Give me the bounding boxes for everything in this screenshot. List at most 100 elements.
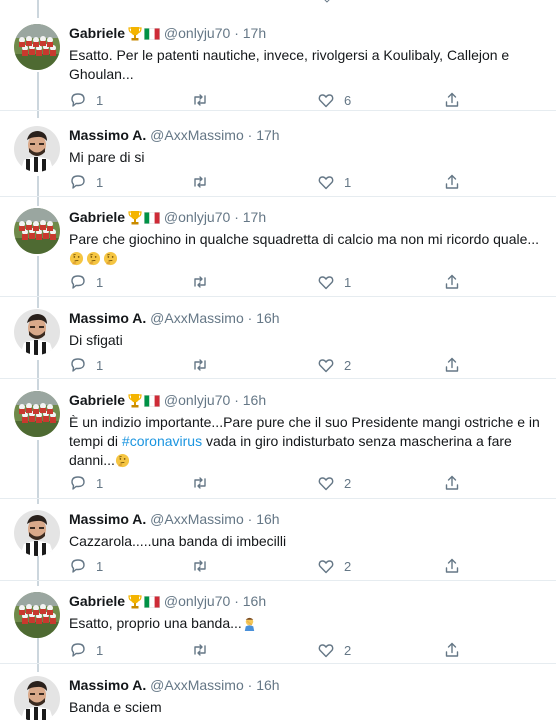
reply-icon [71, 275, 85, 289]
display-name[interactable]: Gabriele [69, 593, 125, 609]
share-button[interactable] [443, 90, 461, 110]
username[interactable]: @onlyju70 [164, 593, 230, 609]
reply-button[interactable]: 1 [69, 556, 103, 576]
share-icon [445, 274, 459, 289]
share-button[interactable] [443, 556, 461, 576]
thread-line [37, 72, 39, 118]
heart-icon [318, 560, 334, 574]
retweet-button[interactable] [191, 90, 218, 110]
heart-icon [318, 176, 334, 190]
timestamp[interactable]: 16h [243, 392, 266, 408]
display-name[interactable]: Gabriele [69, 25, 125, 41]
share-button[interactable] [443, 640, 461, 660]
timestamp[interactable]: 16h [256, 677, 279, 693]
tweet-header: Massimo A. @AxxMassimo · 16h [69, 309, 280, 327]
timestamp[interactable]: 16h [256, 310, 279, 326]
reply-icon [71, 175, 85, 189]
username[interactable]: @AxxMassimo [150, 127, 244, 143]
retweet-button[interactable] [191, 272, 218, 292]
reply-button[interactable]: 1 [69, 90, 103, 110]
tweet-text: Pare che giochino in qualche squadretta … [69, 230, 547, 268]
username[interactable]: @AxxMassimo [150, 310, 244, 326]
reply-button[interactable]: 1 [69, 355, 103, 375]
tweet-text: Esatto, proprio una banda... [69, 614, 547, 633]
heart-icon[interactable] [320, 0, 334, 4]
avatar[interactable] [14, 510, 60, 556]
like-button[interactable]: 2 [317, 355, 351, 375]
username[interactable]: @onlyju70 [164, 392, 230, 408]
avatar[interactable] [14, 208, 60, 254]
avatar[interactable] [14, 676, 60, 720]
retweet-button[interactable] [191, 556, 218, 576]
retweet-icon [194, 477, 206, 489]
thinking-face-emoji-icon [86, 251, 101, 266]
timestamp[interactable]: 16h [243, 593, 266, 609]
heart-icon [318, 94, 334, 108]
reply-icon [71, 559, 85, 573]
trophy-icon [128, 211, 142, 225]
avatar[interactable] [14, 592, 60, 638]
reply-count: 1 [96, 92, 104, 108]
trophy-icon [128, 27, 142, 41]
hashtag-link[interactable]: #coronavirus [122, 433, 202, 449]
avatar[interactable] [14, 391, 60, 437]
display-name[interactable]: Massimo A. [69, 310, 146, 326]
timestamp[interactable]: 17h [256, 127, 279, 143]
retweet-button[interactable] [191, 172, 218, 192]
avatar[interactable] [14, 24, 60, 70]
username[interactable]: @AxxMassimo [150, 677, 244, 693]
like-button[interactable]: 1 [317, 272, 351, 292]
username[interactable]: @onlyju70 [164, 209, 230, 225]
tweet-divider [0, 663, 556, 664]
share-icon[interactable] [446, 0, 460, 4]
like-count: 6 [344, 92, 352, 108]
retweet-button[interactable] [191, 640, 218, 660]
retweet-icon [194, 359, 206, 371]
share-button[interactable] [443, 172, 461, 192]
display-name[interactable]: Massimo A. [69, 677, 146, 693]
tweet-text: Di sfigati [69, 331, 547, 350]
timestamp[interactable]: 16h [256, 511, 279, 527]
timestamp[interactable]: 17h [243, 209, 266, 225]
like-button[interactable]: 2 [317, 640, 351, 660]
username[interactable]: @AxxMassimo [150, 511, 244, 527]
share-button[interactable] [443, 272, 461, 292]
display-name[interactable]: Gabriele [69, 209, 125, 225]
reply-icon [71, 358, 85, 372]
tweet-header: Gabriele @onlyju70 · 16h [69, 391, 266, 409]
retweet-button[interactable] [191, 355, 218, 375]
reply-button[interactable]: 1 [69, 272, 103, 292]
thread-line [37, 360, 39, 390]
avatar[interactable] [14, 309, 60, 355]
timestamp[interactable]: 17h [243, 25, 266, 41]
trophy-icon [128, 595, 142, 609]
thread-line [37, 636, 39, 672]
like-button[interactable]: 2 [317, 473, 351, 493]
tweet-text-content: Pare che giochino in qualche squadretta … [69, 231, 540, 247]
reply-button[interactable]: 1 [69, 172, 103, 192]
like-button[interactable]: 1 [317, 172, 351, 192]
thinking-face-emoji-icon [115, 453, 129, 468]
tweet-header: Gabriele @onlyju70 · 17h [69, 24, 266, 42]
share-icon [445, 475, 459, 490]
retweet-button[interactable] [191, 473, 218, 493]
italy-flag-icon [144, 395, 161, 407]
display-name[interactable]: Massimo A. [69, 127, 146, 143]
like-button[interactable]: 2 [317, 556, 351, 576]
tweet-text-content: Banda e sciem [69, 699, 162, 715]
heart-icon [318, 276, 334, 290]
avatar[interactable] [14, 126, 60, 172]
like-button[interactable]: 6 [317, 90, 351, 110]
reply-button[interactable]: 1 [69, 640, 103, 660]
reply-icon [71, 476, 85, 490]
separator-dot: · [234, 593, 239, 609]
separator-dot: · [247, 677, 253, 693]
display-name[interactable]: Massimo A. [69, 511, 146, 527]
thinking-face-emoji-icon [69, 251, 84, 266]
display-name[interactable]: Gabriele [69, 392, 125, 408]
reply-count: 1 [96, 274, 104, 290]
reply-button[interactable]: 1 [69, 473, 103, 493]
share-button[interactable] [443, 355, 461, 375]
username[interactable]: @onlyju70 [164, 25, 230, 41]
share-button[interactable] [443, 473, 461, 493]
